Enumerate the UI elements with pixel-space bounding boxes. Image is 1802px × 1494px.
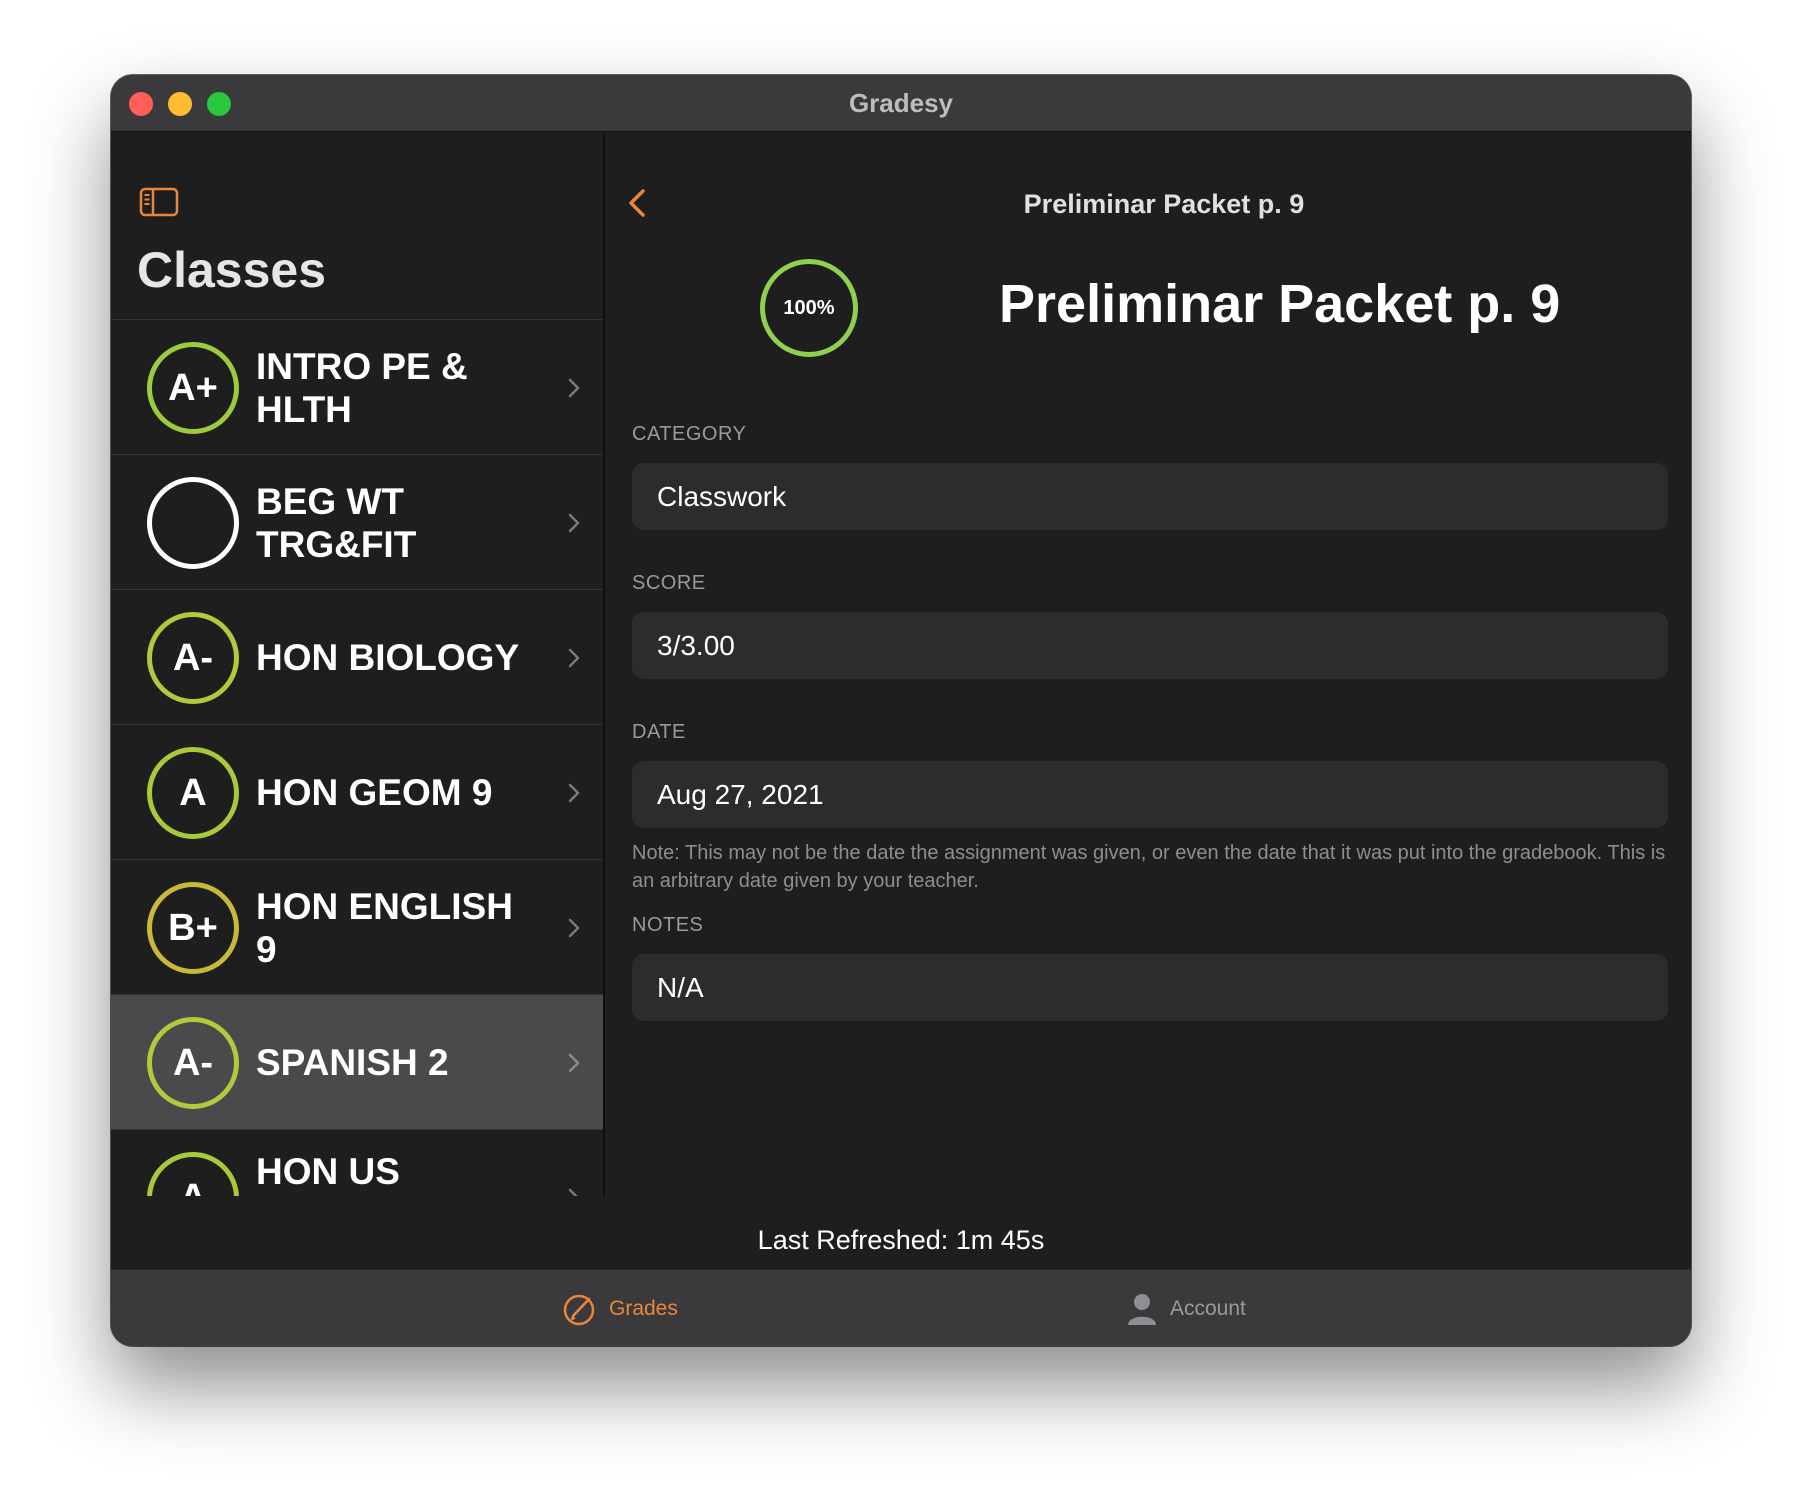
score-label: SCORE: [632, 572, 706, 594]
sidebar: Classes A+ INTRO PE & HLTH BEG WT TRG&FI…: [111, 133, 605, 1196]
sidebar-toggle-icon: [139, 187, 179, 217]
percent-ring: 100%: [760, 259, 858, 357]
tab-grades[interactable]: Grades: [561, 1270, 678, 1346]
class-name: HON ENGLISH 9: [256, 885, 513, 970]
category-label: CATEGORY: [632, 423, 747, 445]
class-row-hon-biology[interactable]: A- HON BIOLOGY: [111, 589, 603, 724]
sidebar-title: Classes: [137, 242, 327, 298]
app-window: Gradesy Classes A+ INTRO PE & HLTH BEG W…: [111, 75, 1691, 1346]
tab-account[interactable]: Account: [1126, 1270, 1246, 1346]
class-name: HON US: [256, 1151, 400, 1192]
grade-badge: A: [147, 747, 239, 839]
nav-title-text: Preliminar Packet p. 9: [1023, 189, 1305, 219]
grade-badge: A-: [147, 1017, 239, 1109]
score-field: 3/3.00: [632, 612, 1668, 679]
chevron-right-icon: [568, 648, 580, 668]
class-name: HON BIOLOGY: [256, 637, 520, 678]
chevron-right-icon: [568, 378, 580, 398]
grade-badge: A+: [147, 342, 239, 434]
class-row-beg-wt-trg-fit[interactable]: BEG WT TRG&FIT: [111, 454, 603, 589]
chevron-right-icon: [568, 1053, 580, 1073]
grades-pencil-circle-icon: [563, 1294, 595, 1325]
class-row-spanish-2[interactable]: A- SPANISH 2: [111, 994, 603, 1129]
category-field: Classwork: [632, 463, 1668, 530]
chevron-right-icon: [568, 1188, 578, 1196]
window-title: Gradesy: [848, 88, 954, 118]
grade-badge: [147, 477, 239, 569]
class-name: HON GEOM 9: [256, 772, 493, 813]
sidebar-toggle-button[interactable]: [139, 187, 179, 217]
grade-badge: A-: [147, 612, 239, 704]
tab-bar: Grades Account: [111, 1269, 1691, 1346]
last-refreshed-text: Last Refreshed: 1m 45s: [757, 1225, 1045, 1255]
tab-account-label: Account: [1170, 1296, 1246, 1320]
tab-grades-label: Grades: [609, 1296, 678, 1320]
grade-badge: A: [147, 1152, 239, 1196]
notes-field: N/A: [632, 954, 1668, 1021]
chevron-right-icon: [568, 513, 580, 533]
class-list: A+ INTRO PE & HLTH BEG WT TRG&FIT A- HON…: [111, 319, 603, 1196]
date-note: Note: This may not be the date the assig…: [632, 842, 1666, 892]
class-row-hon-english-9[interactable]: B+ HON ENGLISH 9: [111, 859, 603, 994]
class-name: BEG WT TRG&FIT: [256, 480, 417, 565]
date-field: Aug 27, 2021: [632, 761, 1668, 828]
class-row-hon-us[interactable]: A HON US: [111, 1129, 603, 1196]
grade-badge: B+: [147, 882, 239, 974]
date-label: DATE: [632, 721, 686, 743]
class-row-intro-pe-hlth[interactable]: A+ INTRO PE & HLTH: [111, 319, 603, 454]
nav-title: Preliminar Packet p. 9: [607, 189, 1691, 220]
chevron-right-icon: [568, 783, 580, 803]
class-row-hon-geom-9[interactable]: A HON GEOM 9: [111, 724, 603, 859]
person-icon: [1128, 1293, 1156, 1325]
class-name: SPANISH 2: [256, 1042, 449, 1083]
assignment-title: Preliminar Packet p. 9: [999, 274, 1561, 334]
title-bar: Gradesy: [111, 75, 1691, 132]
assignment-detail: Preliminar Packet p. 9 100% Preliminar P…: [607, 133, 1691, 1196]
chevron-right-icon: [568, 918, 580, 938]
notes-label: NOTES: [632, 914, 704, 936]
class-name: INTRO PE & HLTH: [256, 345, 468, 430]
